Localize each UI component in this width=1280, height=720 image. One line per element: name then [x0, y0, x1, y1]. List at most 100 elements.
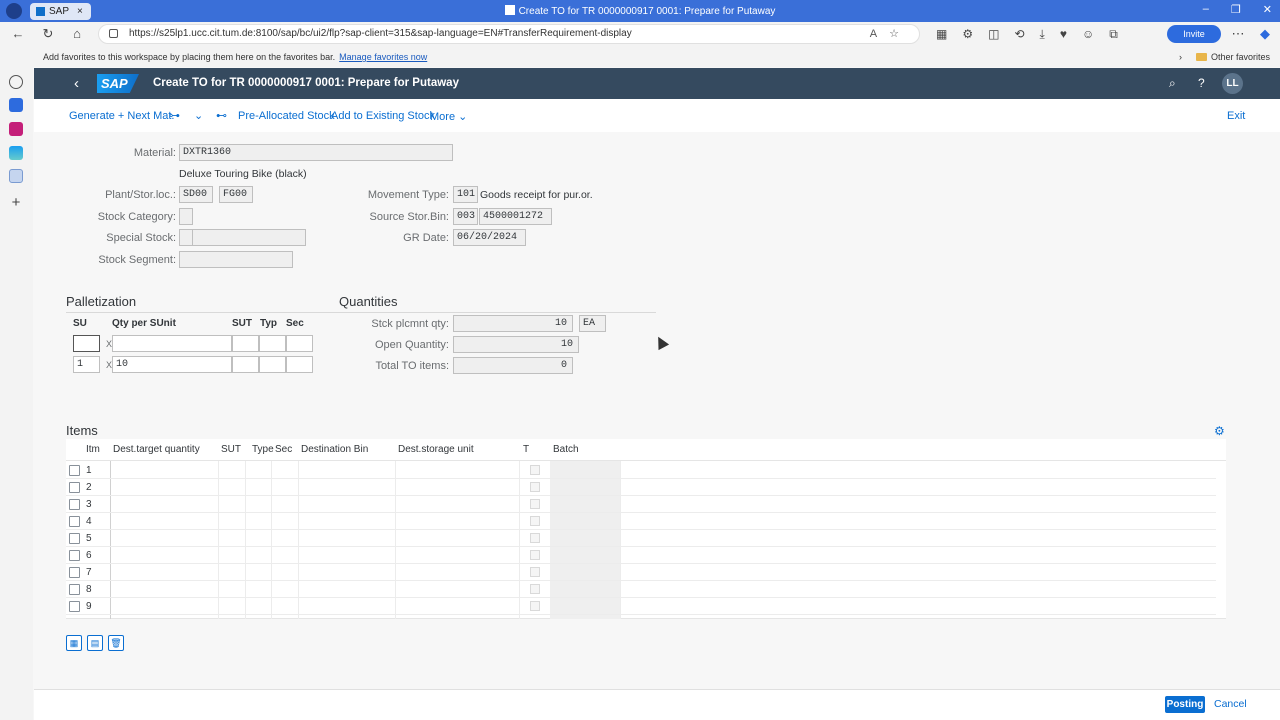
gr-date-field[interactable]: 06/20/2024: [453, 229, 526, 246]
workspaces-icon[interactable]: [9, 75, 23, 89]
delete-row-icon[interactable]: 🗑: [108, 635, 124, 651]
deselect-all-icon[interactable]: ▤: [87, 635, 103, 651]
invite-button[interactable]: Invite: [1167, 25, 1221, 43]
open-quantity-field[interactable]: 10: [453, 336, 579, 353]
table-row[interactable]: 7: [66, 564, 1216, 581]
more-button[interactable]: More ⌄: [430, 110, 467, 123]
minimize-icon[interactable]: –: [1203, 3, 1209, 16]
col-t[interactable]: T: [523, 444, 529, 455]
more-options-icon[interactable]: ⋯: [1230, 26, 1246, 42]
t-checkbox[interactable]: [530, 584, 540, 594]
app-active-icon[interactable]: [9, 169, 23, 183]
favorite-star-icon[interactable]: ☆: [889, 28, 911, 40]
search-icon[interactable]: ⌕: [1169, 76, 1176, 91]
add-existing-stock-button[interactable]: Add to Existing Stock: [331, 110, 435, 122]
sec-field-1[interactable]: [286, 335, 313, 352]
stock-segment-field[interactable]: [179, 251, 293, 268]
copilot-icon[interactable]: ◆: [1257, 26, 1273, 42]
row-select-checkbox[interactable]: [69, 567, 80, 578]
col-type[interactable]: Type: [252, 444, 274, 455]
row-select-checkbox[interactable]: [69, 601, 80, 612]
col-batch[interactable]: Batch: [553, 444, 579, 455]
col-dest-target-quantity[interactable]: Dest.target quantity: [113, 444, 200, 455]
performance-icon[interactable]: ♥: [1060, 27, 1067, 42]
split-screen-icon[interactable]: ◫: [988, 27, 999, 42]
collapse-icon[interactable]: ⌄: [194, 109, 203, 122]
row-select-checkbox[interactable]: [69, 584, 80, 595]
back-arrow-icon[interactable]: ‹: [74, 75, 79, 92]
row-select-checkbox[interactable]: [69, 550, 80, 561]
select-all-icon[interactable]: ▦: [66, 635, 82, 651]
t-checkbox[interactable]: [530, 550, 540, 560]
exit-button[interactable]: Exit: [1227, 110, 1245, 122]
sap-logo[interactable]: SAP: [97, 74, 139, 93]
hierarchy-icon[interactable]: ⊶: [169, 109, 180, 122]
special-stock-indicator-field[interactable]: [179, 229, 193, 246]
expand-icon[interactable]: ⊷: [216, 109, 227, 122]
t-checkbox[interactable]: [530, 601, 540, 611]
table-row[interactable]: 6: [66, 547, 1216, 564]
stck-unit-field[interactable]: EA: [579, 315, 606, 332]
feedback-icon[interactable]: ☺: [1082, 27, 1094, 42]
refresh-icon[interactable]: ↻: [40, 26, 56, 42]
table-row[interactable]: 2: [66, 479, 1216, 496]
app-blue-icon[interactable]: [9, 98, 23, 112]
history-icon[interactable]: ⟲: [1014, 27, 1024, 42]
url-input[interactable]: https://s25lp1.ucc.cit.tum.de:8100/sap/b…: [98, 24, 920, 44]
home-icon[interactable]: ⌂: [69, 26, 85, 42]
back-icon[interactable]: ←: [10, 26, 26, 42]
table-row[interactable]: 5: [66, 530, 1216, 547]
special-stock-number-field[interactable]: [192, 229, 306, 246]
maximize-icon[interactable]: ❐: [1231, 3, 1241, 16]
col-dest-storage-unit[interactable]: Dest.storage unit: [398, 444, 474, 455]
t-checkbox[interactable]: [530, 516, 540, 526]
row-select-checkbox[interactable]: [69, 533, 80, 544]
stock-category-field[interactable]: [179, 208, 193, 225]
qty-per-sunit-field-2[interactable]: 10: [112, 356, 232, 373]
sut-field-1[interactable]: [232, 335, 259, 352]
table-row[interactable]: 3: [66, 496, 1216, 513]
read-aloud-icon[interactable]: A: [870, 28, 889, 40]
typ-field-2[interactable]: [259, 356, 286, 373]
generate-next-mat-button[interactable]: Generate + Next Mat.: [69, 110, 174, 122]
table-row[interactable]: 4: [66, 513, 1216, 530]
t-checkbox[interactable]: [530, 499, 540, 509]
typ-field-1[interactable]: [259, 335, 286, 352]
help-icon[interactable]: ?: [1198, 76, 1205, 90]
col-itm[interactable]: Itm: [86, 444, 100, 455]
col-sec[interactable]: Sec: [275, 444, 292, 455]
t-checkbox[interactable]: [530, 465, 540, 475]
row-select-checkbox[interactable]: [69, 499, 80, 510]
su-field-1[interactable]: [73, 335, 100, 352]
app-pink-icon[interactable]: [9, 122, 23, 136]
table-settings-gear-icon[interactable]: ⚙: [1214, 424, 1225, 438]
other-favorites[interactable]: › Other favorites: [1179, 52, 1270, 62]
material-field[interactable]: DXTR1360: [179, 144, 453, 161]
qty-per-sunit-field-1[interactable]: [112, 335, 232, 352]
add-app-icon[interactable]: +: [9, 195, 23, 210]
col-sut[interactable]: SUT: [221, 444, 241, 455]
row-select-checkbox[interactable]: [69, 465, 80, 476]
sec-field-2[interactable]: [286, 356, 313, 373]
table-row[interactable]: 8: [66, 581, 1216, 598]
t-checkbox[interactable]: [530, 533, 540, 543]
chevron-right-icon[interactable]: ›: [1179, 52, 1182, 62]
row-select-checkbox[interactable]: [69, 516, 80, 527]
movement-type-field[interactable]: 101: [453, 186, 478, 203]
extension-icon[interactable]: ▦: [936, 27, 947, 42]
close-window-icon[interactable]: ✕: [1263, 3, 1272, 16]
sut-field-2[interactable]: [232, 356, 259, 373]
col-destination-bin[interactable]: Destination Bin: [301, 444, 368, 455]
table-row[interactable]: 9: [66, 598, 1216, 615]
app-cyan-icon[interactable]: [9, 146, 23, 160]
storage-location-field[interactable]: FG00: [219, 186, 253, 203]
stck-plcmnt-qty-field[interactable]: 10: [453, 315, 573, 332]
avatar[interactable]: LL: [1222, 73, 1243, 94]
extensions-puzzle-icon[interactable]: ⚙: [962, 27, 973, 42]
row-select-checkbox[interactable]: [69, 482, 80, 493]
cancel-button[interactable]: Cancel: [1214, 698, 1247, 710]
screenshot-icon[interactable]: ⧉: [1109, 27, 1118, 42]
posting-button[interactable]: Posting: [1165, 696, 1205, 713]
table-row[interactable]: 1: [66, 462, 1216, 479]
source-storage-type-field[interactable]: 003: [453, 208, 478, 225]
